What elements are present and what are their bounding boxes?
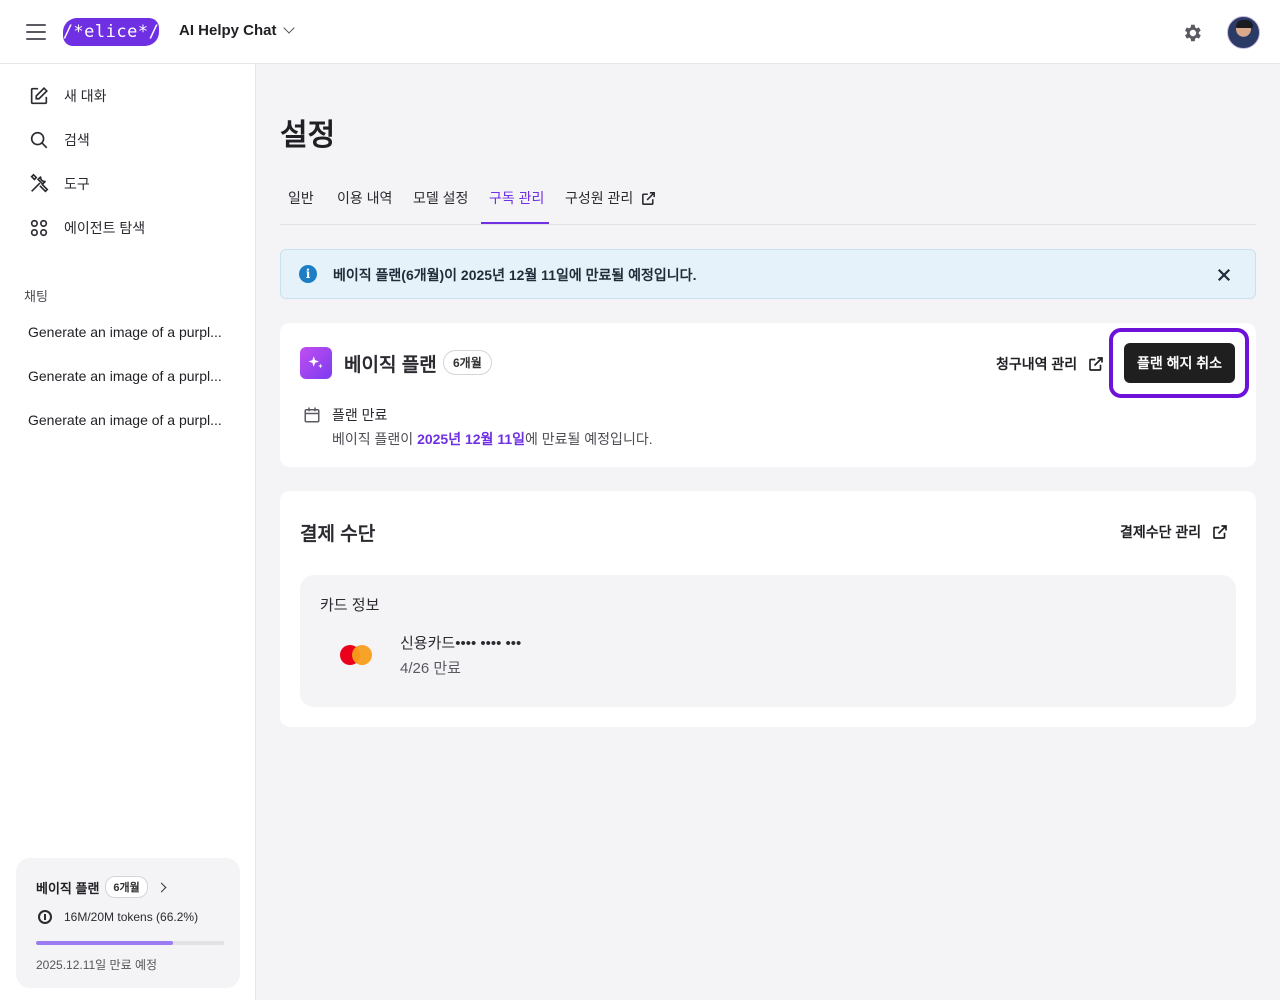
page-title: 설정 — [280, 119, 336, 152]
sidebar-item-label: 검색 — [64, 132, 90, 148]
token-usage-bar-fill — [36, 941, 174, 945]
plan-expire-text: 2025.12.11일 만료 예정 — [36, 958, 158, 972]
plan-name: 베이직 플랜 — [344, 355, 437, 376]
tab-subscription[interactable]: 구독 관리 — [489, 188, 544, 208]
plan-term-badge: 6개월 — [443, 350, 492, 375]
token-usage: 16M/20M tokens (66.2%) — [38, 910, 198, 924]
menu-icon[interactable] — [26, 24, 46, 40]
expire-suffix: 에 만료될 예정입니다. — [525, 431, 653, 447]
chat-list-item[interactable]: Generate an image of a purpl... — [28, 324, 222, 340]
mastercard-icon — [340, 645, 374, 665]
external-link-icon — [1213, 525, 1227, 539]
billing-history-link[interactable]: 청구내역 관리 — [996, 354, 1105, 374]
calendar-icon — [304, 407, 320, 423]
billing-history-label: 청구내역 관리 — [996, 356, 1078, 372]
grid-icon — [30, 219, 48, 237]
expiry-banner: i 베이직 플랜(6개월)이 2025년 12월 11일에 만료될 예정입니다. — [280, 249, 1256, 299]
tab-model-settings[interactable]: 모델 설정 — [413, 188, 468, 208]
close-icon[interactable] — [1215, 266, 1233, 284]
expire-prefix: 베이직 플랜이 — [332, 431, 418, 447]
card-expiry: 4/26 만료 — [400, 660, 461, 677]
card-info-title: 카드 정보 — [320, 597, 380, 614]
main-content: 설정 일반 이용 내역 모델 설정 구독 관리 구성원 관리 i 베이직 플랜(… — [256, 64, 1280, 1000]
top-bar: /*elice*/ AI Helpy Chat — [0, 0, 1280, 64]
payment-card: 결제 수단 결제수단 관리 카드 정보 신용카드•••• •••• ••• 4/… — [280, 491, 1256, 727]
tab-members[interactable]: 구성원 관리 — [565, 188, 657, 208]
sidebar-item-label: 에이전트 탐색 — [64, 220, 146, 236]
chat-list-item[interactable]: Generate an image of a purpl... — [28, 368, 222, 384]
edit-icon — [30, 87, 48, 105]
plan-term-badge: 6개월 — [105, 876, 148, 898]
token-icon — [38, 910, 52, 924]
cancel-plan-termination-button[interactable]: 플랜 해지 취소 — [1124, 343, 1235, 383]
settings-tabs: 일반 이용 내역 모델 설정 구독 관리 구성원 관리 — [280, 174, 1256, 225]
info-icon: i — [299, 265, 317, 283]
expire-date: 2025년 12월 11일 — [417, 431, 525, 447]
plan-card: 베이직 플랜 6개월 청구내역 관리 플랜 해지 취소 플랜 만료 베이직 플랜… — [280, 323, 1256, 467]
user-avatar[interactable] — [1227, 16, 1260, 49]
tab-label: 구성원 관리 — [565, 190, 634, 206]
expire-description: 베이직 플랜이 2025년 12월 11일에 만료될 예정입니다. — [332, 429, 653, 449]
sidebar-item-tools[interactable]: 도구 — [28, 170, 90, 198]
payment-title: 결제 수단 — [300, 524, 376, 545]
sidebar-item-label: 새 대화 — [64, 88, 107, 104]
app-title: AI Helpy Chat — [179, 22, 277, 39]
gear-icon[interactable] — [1181, 22, 1203, 44]
external-link-icon — [1089, 357, 1103, 371]
token-usage-text: 16M/20M tokens (66.2%) — [64, 910, 199, 924]
banner-message: 베이직 플랜(6개월)이 2025년 12월 11일에 만료될 예정입니다. — [333, 267, 697, 283]
sidebar-item-new-chat[interactable]: 새 대화 — [28, 82, 107, 110]
sidebar-item-search[interactable]: 검색 — [28, 126, 90, 154]
sidebar-item-agents[interactable]: 에이전트 탐색 — [28, 214, 145, 242]
plan-summary-card: 베이직 플랜 6개월 16M/20M tokens (66.2%) 2025.1… — [16, 858, 240, 988]
sidebar: 새 대화 검색 도구 에이전트 탐색 채팅 Generate an image … — [0, 64, 256, 1000]
search-icon — [30, 131, 48, 149]
expire-label: 플랜 만료 — [332, 407, 388, 423]
chevron-right-icon — [156, 882, 167, 892]
chat-section-label: 채팅 — [24, 289, 48, 304]
card-info-panel: 카드 정보 신용카드•••• •••• ••• 4/26 만료 — [300, 575, 1236, 707]
tools-icon — [30, 173, 49, 193]
sparkle-icon — [300, 347, 332, 379]
plan-summary-title: 베이직 플랜 — [36, 880, 100, 896]
tab-general[interactable]: 일반 — [288, 188, 314, 208]
active-tab-indicator — [481, 222, 549, 224]
chat-list-item[interactable]: Generate an image of a purpl... — [28, 412, 222, 428]
payment-manage-label: 결제수단 관리 — [1120, 524, 1202, 540]
token-usage-bar — [36, 941, 224, 945]
sidebar-item-label: 도구 — [64, 176, 90, 192]
plan-summary-link[interactable]: 베이직 플랜 6개월 — [36, 876, 167, 898]
payment-manage-link[interactable]: 결제수단 관리 — [1120, 522, 1229, 542]
app-title-dropdown[interactable]: AI Helpy Chat — [179, 22, 295, 39]
card-number: 신용카드•••• •••• ••• — [400, 635, 522, 652]
chevron-down-icon — [282, 22, 295, 34]
external-link-icon — [642, 191, 656, 205]
elice-logo[interactable]: /*elice*/ — [63, 18, 159, 46]
tab-usage-history[interactable]: 이용 내역 — [337, 188, 392, 208]
